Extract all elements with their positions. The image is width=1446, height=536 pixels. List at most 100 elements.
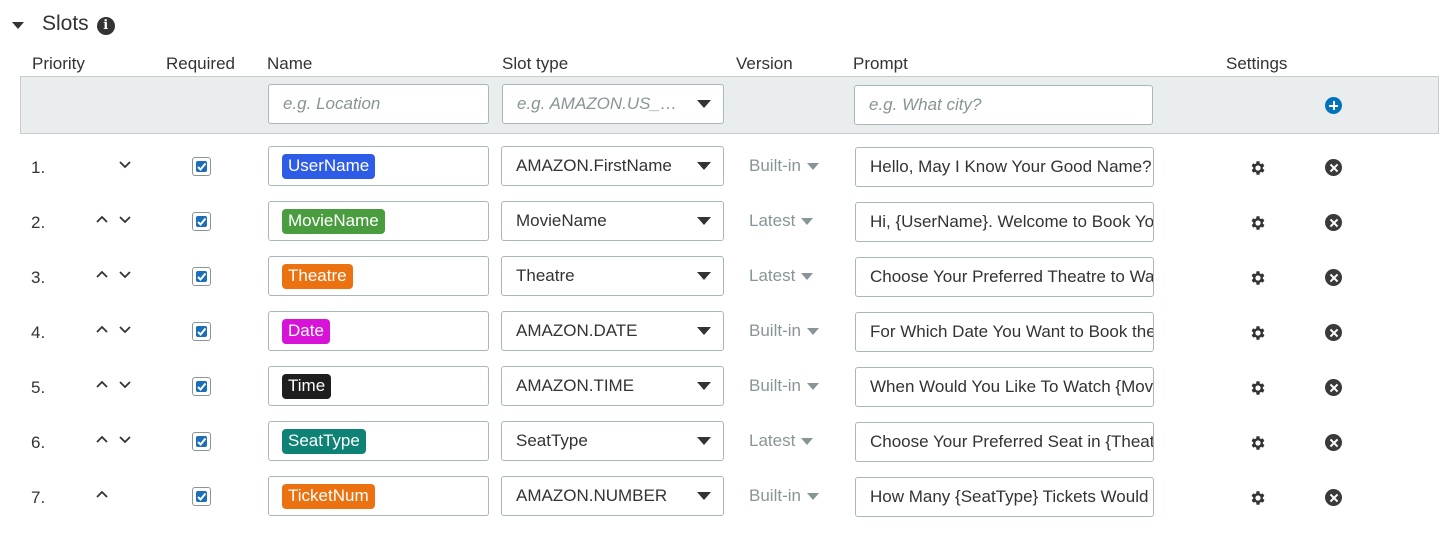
version-dropdown-arrow-icon bbox=[801, 217, 814, 225]
slot-prompt-input[interactable]: How Many {SeatType} Tickets Would You Li… bbox=[855, 477, 1154, 517]
delete-slot-icon[interactable] bbox=[1325, 269, 1342, 286]
slot-name-input[interactable]: SeatType bbox=[268, 421, 489, 461]
slot-name-tag: Date bbox=[282, 318, 330, 344]
new-slot-type-select[interactable]: e.g. AMAZON.US_CITY bbox=[502, 84, 724, 124]
required-checkbox[interactable] bbox=[192, 487, 211, 506]
delete-slot-icon[interactable] bbox=[1325, 434, 1342, 451]
slot-type-select[interactable]: AMAZON.FirstName bbox=[501, 146, 724, 186]
version-dropdown-arrow-icon bbox=[801, 437, 814, 445]
move-down-icon[interactable] bbox=[118, 377, 132, 391]
delete-slot-icon[interactable] bbox=[1325, 214, 1342, 231]
settings-gear-icon[interactable] bbox=[1249, 489, 1267, 507]
settings-gear-icon[interactable] bbox=[1249, 434, 1267, 452]
dropdown-arrow-icon bbox=[697, 382, 711, 390]
slot-row: 2. MovieName MovieName Latest Hi, {UserName}… bbox=[0, 201, 1446, 256]
slot-prompt-input[interactable]: Choose Your Preferred Theatre to Watch bbox=[855, 257, 1154, 297]
move-down-icon[interactable] bbox=[118, 157, 132, 171]
slot-prompt-input[interactable]: For Which Date You Want to Book the Tick… bbox=[855, 312, 1154, 352]
required-checkbox[interactable] bbox=[192, 157, 211, 176]
column-header-prompt: Prompt bbox=[853, 54, 908, 73]
move-down-icon[interactable] bbox=[118, 212, 132, 226]
column-header-settings: Settings bbox=[1226, 54, 1288, 73]
move-up-icon[interactable] bbox=[95, 212, 109, 226]
slot-name-input[interactable]: UserName bbox=[268, 146, 489, 186]
slot-type-select[interactable]: MovieName bbox=[501, 201, 724, 241]
slot-type-select[interactable]: Theatre bbox=[501, 256, 724, 296]
move-up-icon[interactable] bbox=[95, 377, 109, 391]
slot-name-input[interactable]: Date bbox=[268, 311, 489, 351]
settings-gear-icon[interactable] bbox=[1249, 214, 1267, 232]
new-slot-prompt-input[interactable]: e.g. What city? bbox=[854, 85, 1153, 125]
move-down-icon[interactable] bbox=[118, 267, 132, 281]
slot-name-input[interactable]: Theatre bbox=[268, 256, 489, 296]
dropdown-arrow-icon bbox=[697, 327, 711, 335]
slot-row: 6. SeatType SeatType Latest Choose Your Pref… bbox=[0, 421, 1446, 476]
slot-name-tag: SeatType bbox=[282, 428, 366, 454]
delete-slot-icon[interactable] bbox=[1325, 159, 1342, 176]
info-icon[interactable]: i bbox=[96, 16, 115, 35]
delete-slot-icon[interactable] bbox=[1325, 324, 1342, 341]
slot-name-input[interactable]: Time bbox=[268, 366, 489, 406]
slot-row: 1. UserName AMAZON.FirstName Built-in Hello,… bbox=[0, 146, 1446, 201]
slot-type-select[interactable]: SeatType bbox=[501, 421, 724, 461]
required-checkbox[interactable] bbox=[192, 377, 211, 396]
slot-name-input[interactable]: MovieName bbox=[268, 201, 489, 241]
dropdown-arrow-icon bbox=[697, 272, 711, 280]
move-down-icon[interactable] bbox=[118, 432, 132, 446]
delete-slot-icon[interactable] bbox=[1325, 379, 1342, 396]
slot-version-select[interactable]: Latest bbox=[749, 266, 814, 286]
collapse-caret-icon[interactable] bbox=[12, 21, 24, 29]
slot-version-select[interactable]: Built-in bbox=[749, 486, 819, 506]
column-header-required: Required bbox=[166, 54, 235, 73]
slot-version-select[interactable]: Latest bbox=[749, 211, 814, 231]
version-dropdown-arrow-icon bbox=[806, 327, 819, 335]
dropdown-arrow-icon bbox=[697, 162, 711, 170]
slots-section-header[interactable]: Slots i bbox=[12, 10, 115, 38]
dropdown-arrow-icon bbox=[697, 217, 711, 225]
slot-name-input[interactable]: TicketNum bbox=[268, 476, 489, 516]
settings-gear-icon[interactable] bbox=[1249, 379, 1267, 397]
move-up-icon[interactable] bbox=[95, 487, 109, 501]
settings-gear-icon[interactable] bbox=[1249, 269, 1267, 287]
delete-slot-icon[interactable] bbox=[1325, 489, 1342, 506]
required-checkbox[interactable] bbox=[192, 432, 211, 451]
move-up-icon[interactable] bbox=[95, 432, 109, 446]
column-header-priority: Priority bbox=[32, 54, 85, 73]
required-checkbox[interactable] bbox=[192, 322, 211, 341]
slot-name-tag: MovieName bbox=[282, 208, 385, 234]
slot-row: 4. Date AMAZON.DATE Built-in For Which Date … bbox=[0, 311, 1446, 366]
settings-gear-icon[interactable] bbox=[1249, 324, 1267, 342]
slot-version-select[interactable]: Built-in bbox=[749, 376, 819, 396]
slot-prompt-input[interactable]: Choose Your Preferred Seat in {Theatre} bbox=[855, 422, 1154, 462]
settings-gear-icon[interactable] bbox=[1249, 159, 1267, 177]
add-slot-icon[interactable] bbox=[1325, 97, 1342, 114]
version-dropdown-arrow-icon bbox=[806, 162, 819, 170]
move-down-icon[interactable] bbox=[118, 322, 132, 336]
new-slot-name-input[interactable]: e.g. Location bbox=[268, 84, 489, 124]
slot-prompt-input[interactable]: When Would You Like To Watch {MovieName} bbox=[855, 367, 1154, 407]
slot-row: 5. Time AMAZON.TIME Built-in When Would You … bbox=[0, 366, 1446, 421]
slot-priority-number: 1. bbox=[31, 158, 46, 177]
required-checkbox[interactable] bbox=[192, 267, 211, 286]
slot-priority-number: 3. bbox=[31, 268, 46, 287]
slot-prompt-input[interactable]: Hello, May I Know Your Good Name? bbox=[855, 147, 1154, 187]
version-dropdown-arrow-icon bbox=[806, 492, 819, 500]
slot-type-select[interactable]: AMAZON.TIME bbox=[501, 366, 724, 406]
slot-version-select[interactable]: Latest bbox=[749, 431, 814, 451]
slot-version-select[interactable]: Built-in bbox=[749, 321, 819, 341]
slot-type-select[interactable]: AMAZON.NUMBER bbox=[501, 476, 724, 516]
required-checkbox[interactable] bbox=[192, 212, 211, 231]
column-header-slot-type: Slot type bbox=[502, 54, 569, 73]
move-up-icon[interactable] bbox=[95, 322, 109, 336]
dropdown-arrow-icon bbox=[697, 437, 711, 445]
section-title: Slots bbox=[42, 12, 89, 35]
column-header-version: Version bbox=[736, 54, 793, 73]
slot-prompt-input[interactable]: Hi, {UserName}. Welcome to Book Your Mov… bbox=[855, 202, 1154, 242]
slot-version-select[interactable]: Built-in bbox=[749, 156, 819, 176]
version-dropdown-arrow-icon bbox=[806, 382, 819, 390]
move-up-icon[interactable] bbox=[95, 267, 109, 281]
slot-row: 3. Theatre Theatre Latest Choose Your Prefer… bbox=[0, 256, 1446, 311]
slot-name-tag: TicketNum bbox=[282, 483, 375, 509]
slot-type-select[interactable]: AMAZON.DATE bbox=[501, 311, 724, 351]
slot-priority-number: 2. bbox=[31, 213, 46, 232]
